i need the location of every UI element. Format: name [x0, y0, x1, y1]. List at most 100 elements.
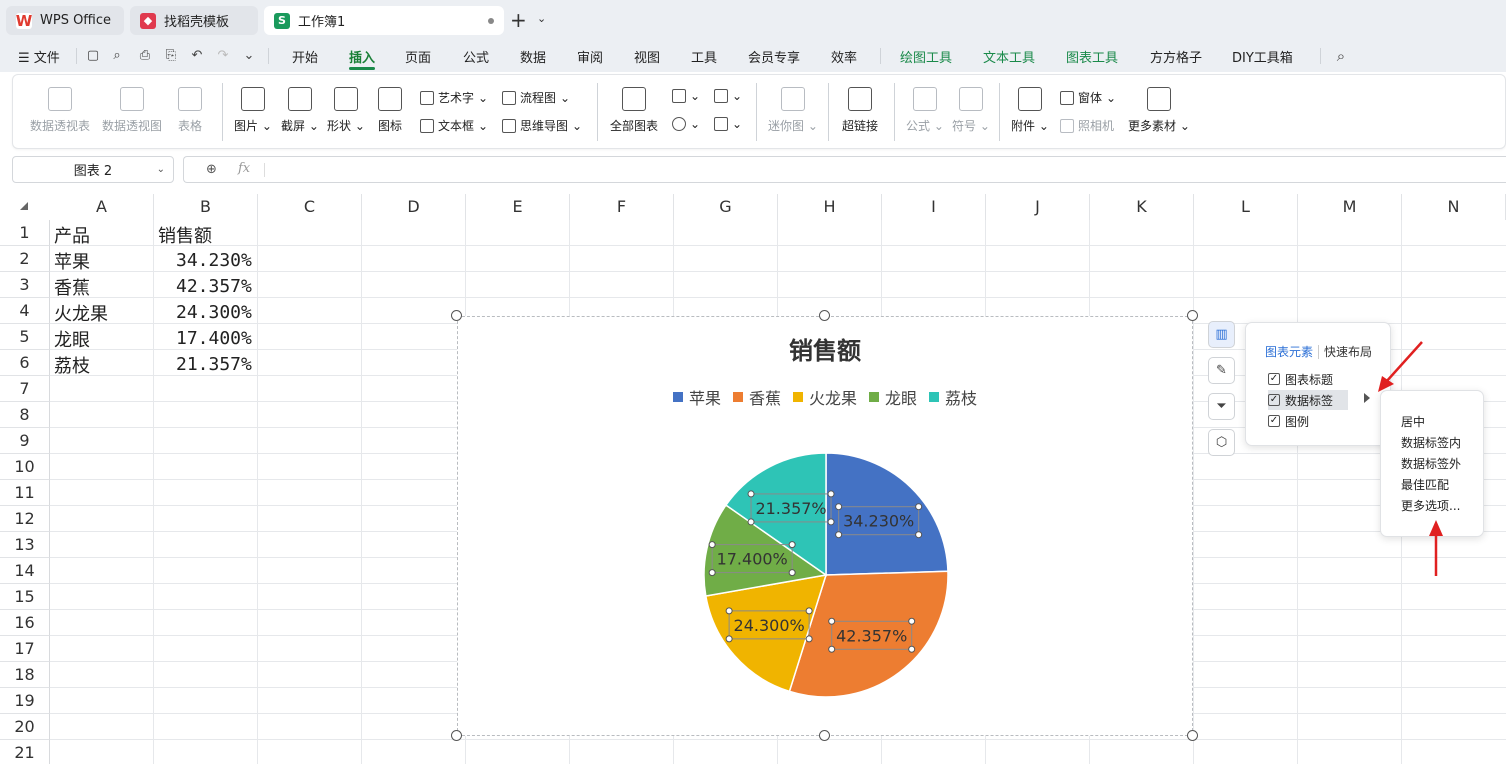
column-header[interactable]: B: [154, 194, 258, 220]
column-header[interactable]: J: [986, 194, 1090, 220]
resize-handle[interactable]: [451, 730, 462, 741]
column-header[interactable]: I: [882, 194, 986, 220]
menu-member[interactable]: 会员专享: [748, 47, 800, 66]
label-resize-handle[interactable]: [747, 518, 755, 526]
sparkline-button[interactable]: 迷你图 ⌄: [768, 87, 818, 134]
label-resize-handle[interactable]: [828, 645, 836, 653]
menu-fangfang[interactable]: 方方格子: [1150, 47, 1202, 66]
camera-button[interactable]: 照相机: [1060, 117, 1114, 134]
label-resize-handle[interactable]: [827, 490, 835, 498]
cell-b6[interactable]: 21.357%: [176, 354, 252, 375]
label-resize-handle[interactable]: [725, 635, 733, 643]
icon-button[interactable]: 图标: [378, 87, 402, 134]
row-header[interactable]: 7: [0, 376, 50, 402]
column-header[interactable]: N: [1402, 194, 1506, 220]
tab-docer-templates[interactable]: ◆ 找稻壳模板: [130, 6, 258, 35]
column-header[interactable]: D: [362, 194, 466, 220]
cell-b5[interactable]: 17.400%: [176, 328, 252, 349]
menu-diy-toolbox[interactable]: DIY工具箱: [1232, 47, 1293, 66]
menu-drawing-tools[interactable]: 绘图工具: [900, 47, 952, 66]
menu-text-tools[interactable]: 文本工具: [983, 47, 1035, 66]
row-header[interactable]: 19: [0, 688, 50, 714]
pie-chart-object[interactable]: 销售额 苹果 香蕉 火龙果 龙眼 荔枝 34.230% 42.357% 24.300…: [457, 316, 1193, 736]
column-header[interactable]: F: [570, 194, 674, 220]
label-resize-handle[interactable]: [827, 518, 835, 526]
cell-a5[interactable]: 龙眼: [54, 326, 90, 352]
row-header[interactable]: 18: [0, 662, 50, 688]
menu-insert[interactable]: 插入: [349, 47, 375, 66]
menu-view[interactable]: 视图: [634, 47, 660, 66]
search-icon[interactable]: ⌕: [1334, 49, 1348, 64]
menu-data[interactable]: 数据: [520, 47, 546, 66]
column-header[interactable]: H: [778, 194, 882, 220]
menu-formula[interactable]: 公式: [463, 47, 489, 66]
share-icon[interactable]: ⌕: [110, 49, 124, 63]
row-header[interactable]: 12: [0, 506, 50, 532]
fx-icon[interactable]: fx: [238, 161, 250, 176]
label-resize-handle[interactable]: [835, 503, 843, 511]
cell-b2[interactable]: 34.230%: [176, 250, 252, 271]
option-chart-title[interactable]: ✓ 图表标题: [1268, 369, 1333, 389]
label-resize-handle[interactable]: [708, 541, 716, 549]
chart-elements-icon[interactable]: ▥: [1208, 321, 1235, 348]
column-header[interactable]: E: [466, 194, 570, 220]
row-header[interactable]: 11: [0, 480, 50, 506]
row-header[interactable]: 20: [0, 714, 50, 740]
flowchart-button[interactable]: 流程图 ⌄: [502, 89, 570, 106]
submenu-outside-end[interactable]: 数据标签外: [1401, 455, 1461, 472]
option-data-labels[interactable]: ✓ 数据标签: [1268, 390, 1348, 410]
cell-b1[interactable]: 销售额: [158, 222, 212, 248]
row-header[interactable]: 1: [0, 220, 50, 246]
label-resize-handle[interactable]: [915, 531, 923, 539]
file-menu[interactable]: ☰ 文件: [18, 47, 60, 66]
label-resize-handle[interactable]: [708, 569, 716, 577]
chart-filter-icon[interactable]: ⏷: [1208, 393, 1235, 420]
column-header[interactable]: A: [50, 194, 154, 220]
chart-style-brush-icon[interactable]: ✎: [1208, 357, 1235, 384]
label-resize-handle[interactable]: [828, 617, 836, 625]
cell-a4[interactable]: 火龙果: [54, 300, 108, 326]
column-header[interactable]: C: [258, 194, 362, 220]
redo-icon[interactable]: ↷: [216, 49, 230, 63]
screenshot-button[interactable]: 截屏 ⌄: [281, 87, 319, 134]
mindmap-button[interactable]: 思维导图 ⌄: [502, 117, 582, 134]
row-header[interactable]: 21: [0, 740, 50, 764]
table-button[interactable]: 表格: [178, 87, 202, 134]
label-resize-handle[interactable]: [908, 617, 916, 625]
zoom-icon[interactable]: ⊕: [206, 162, 217, 177]
row-header[interactable]: 10: [0, 454, 50, 480]
all-charts-button[interactable]: 全部图表: [610, 87, 658, 134]
submenu-more-options[interactable]: 更多选项...: [1401, 497, 1460, 514]
checkbox-checked-icon[interactable]: ✓: [1268, 394, 1280, 406]
menu-page[interactable]: 页面: [405, 47, 431, 66]
pie-chart-dropdown[interactable]: ⌄: [672, 117, 700, 131]
row-header[interactable]: 17: [0, 636, 50, 662]
symbol-button[interactable]: 符号 ⌄: [952, 87, 990, 134]
print-preview-icon[interactable]: ⎘: [164, 49, 178, 63]
submenu-best-fit[interactable]: 最佳匹配: [1401, 476, 1449, 493]
row-header[interactable]: 15: [0, 584, 50, 610]
row-header[interactable]: 16: [0, 610, 50, 636]
column-header[interactable]: M: [1298, 194, 1402, 220]
tab-list-chevron-icon[interactable]: ⌄: [537, 12, 546, 25]
tab-wps-office[interactable]: W WPS Office: [6, 6, 124, 35]
checkbox-checked-icon[interactable]: ✓: [1268, 415, 1280, 427]
cell-a1[interactable]: 产品: [54, 222, 90, 248]
undo-icon[interactable]: ↶: [190, 49, 204, 63]
row-header[interactable]: 4: [0, 298, 50, 324]
hyperlink-button[interactable]: 超链接: [842, 87, 878, 134]
row-header[interactable]: 9: [0, 428, 50, 454]
chart-settings-icon[interactable]: ⬡: [1208, 429, 1235, 456]
resize-handle[interactable]: [819, 310, 830, 321]
menu-efficiency[interactable]: 效率: [831, 47, 857, 66]
wordart-button[interactable]: 艺术字 ⌄: [420, 89, 488, 106]
label-resize-handle[interactable]: [915, 503, 923, 511]
row-header[interactable]: 13: [0, 532, 50, 558]
menu-review[interactable]: 审阅: [577, 47, 603, 66]
label-resize-handle[interactable]: [835, 531, 843, 539]
menu-start[interactable]: 开始: [292, 47, 318, 66]
shape-button[interactable]: 形状 ⌄: [327, 87, 365, 134]
print-icon[interactable]: ⎙: [138, 49, 152, 63]
submenu-inside-end[interactable]: 数据标签内: [1401, 434, 1461, 451]
cell-b3[interactable]: 42.357%: [176, 276, 252, 297]
